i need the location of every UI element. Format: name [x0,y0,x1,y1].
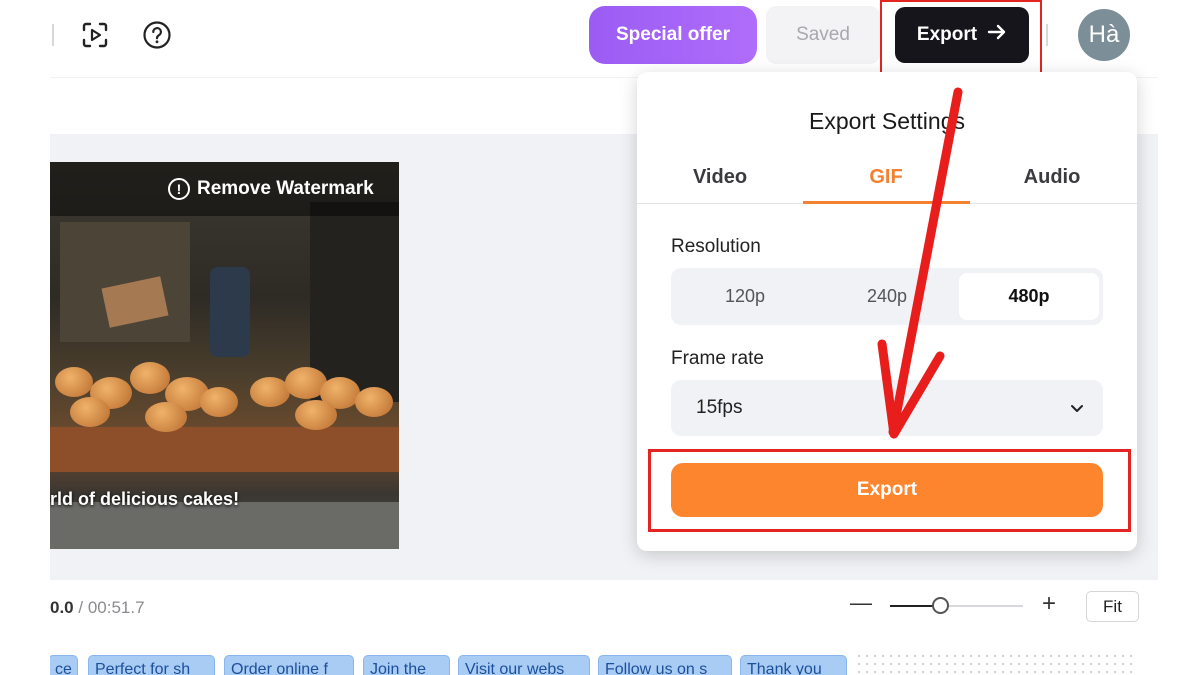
avatar[interactable]: Hà [1078,9,1130,61]
preview-play-icon[interactable] [78,18,112,52]
active-tab-indicator [803,201,970,204]
caption-clip[interactable]: Perfect for sh [88,655,215,675]
caption-clip[interactable]: Follow us on s [598,655,732,675]
remove-watermark-button[interactable]: ! Remove Watermark [168,178,374,200]
resolution-option-240p[interactable]: 240p [817,273,957,320]
caption-clip[interactable]: Join the [363,655,450,675]
export-tabs: Video GIF Audio [637,166,1137,204]
fit-button[interactable]: Fit [1086,591,1139,622]
resolution-label: Resolution [671,236,761,257]
caption-clip[interactable]: Visit our webs [458,655,590,675]
special-offer-button[interactable]: Special offer [589,6,757,64]
time-separator: / [78,598,88,617]
zoom-slider[interactable] [890,605,1023,607]
chevron-down-icon [1069,400,1085,416]
highlight-box-top [880,0,1042,76]
timeline: 0.0 / 00:51.7 — + Fit ce Perfect for sh … [50,580,1158,675]
tab-audio[interactable]: Audio [969,166,1135,189]
resolution-option-480p[interactable]: 480p [959,273,1099,320]
info-icon: ! [168,178,190,200]
tab-video[interactable]: Video [637,166,803,189]
remove-watermark-label: Remove Watermark [197,178,374,199]
zoom-slider-handle[interactable] [931,597,949,614]
current-time: 0.0 [50,598,74,617]
frame-rate-value: 15fps [696,397,743,418]
caption-clip[interactable]: Thank you [740,655,847,675]
tab-gif[interactable]: GIF [803,166,969,189]
resolution-option-120p[interactable]: 120p [675,273,815,320]
divider [1046,24,1048,46]
zoom-out-icon[interactable]: — [850,590,872,620]
video-preview[interactable]: ! Remove Watermark rld of delicious cake… [50,162,399,549]
timecode: 0.0 / 00:51.7 [50,598,145,618]
zoom-in-icon[interactable]: + [1042,590,1062,620]
caption-clip[interactable]: Order online f [224,655,354,675]
video-caption: rld of delicious cakes! [50,489,240,509]
caption-clip[interactable]: ce [50,655,78,675]
highlight-box-bottom [648,449,1131,532]
page-margin [1158,0,1200,675]
resolution-selector: 120p 240p 480p [671,268,1103,325]
frame-rate-label: Frame rate [671,348,764,369]
frame-rate-select[interactable]: 15fps [671,380,1103,436]
panel-title: Export Settings [809,108,965,134]
empty-track-area [855,652,1135,675]
divider [52,24,54,46]
total-time: 00:51.7 [87,598,145,617]
saved-status: Saved [766,6,880,64]
help-icon[interactable] [140,18,174,52]
